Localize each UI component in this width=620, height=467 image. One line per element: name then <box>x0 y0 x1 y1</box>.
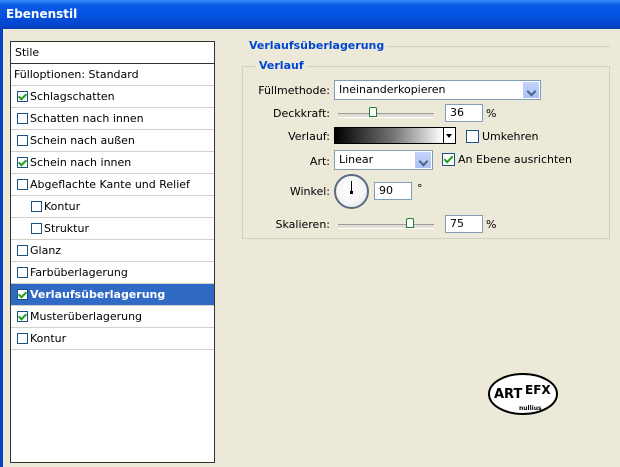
reverse-checkbox[interactable] <box>466 130 479 143</box>
style-item-label: Fülloptionen: Standard <box>14 68 139 81</box>
style-item[interactable]: Fülloptionen: Standard <box>11 64 214 86</box>
scale-input[interactable]: 75 <box>445 215 483 233</box>
gradient-dropdown-icon[interactable] <box>444 127 456 144</box>
style-item[interactable]: Schein nach außen <box>11 130 214 152</box>
style-label: Art: <box>309 155 330 168</box>
style-item-checkbox[interactable] <box>17 179 28 190</box>
section-title: Verlaufsüberlagerung <box>246 39 388 52</box>
style-item-checkbox[interactable] <box>17 245 28 256</box>
window-border <box>0 29 3 467</box>
align-with-layer-label: An Ebene ausrichten <box>458 153 573 166</box>
style-select[interactable]: Linear <box>334 150 433 170</box>
style-item[interactable]: Schein nach innen <box>11 152 214 174</box>
style-item-label: Kontur <box>30 332 67 345</box>
style-item[interactable]: Farbüberlagerung <box>11 262 214 284</box>
window-title: Ebenenstil <box>6 7 78 21</box>
styles-list: Stile Fülloptionen: Standard Schlagschatt… <box>10 41 215 463</box>
scale-label: Skalieren: <box>275 218 330 231</box>
style-item-label: Struktur <box>44 222 89 235</box>
reverse-label: Umkehren <box>482 130 539 143</box>
group-title: Verlauf <box>256 59 307 72</box>
chevron-down-icon[interactable] <box>523 82 539 98</box>
style-item[interactable]: Schlagschatten <box>11 86 214 108</box>
style-item-label: Glanz <box>30 244 62 257</box>
scale-unit: % <box>486 218 497 231</box>
style-item-checkbox[interactable] <box>17 289 28 300</box>
style-item[interactable]: Glanz <box>11 240 214 262</box>
style-item-checkbox[interactable] <box>17 157 28 168</box>
style-item-checkbox[interactable] <box>17 333 28 344</box>
style-item-label: Kontur <box>44 200 81 213</box>
style-item-checkbox[interactable] <box>17 311 28 322</box>
opacity-label: Deckkraft: <box>273 107 330 120</box>
logo-text-efx: EFX <box>525 383 551 397</box>
style-item-label: Schlagschatten <box>30 90 115 103</box>
style-item-checkbox[interactable] <box>31 223 42 234</box>
style-item-checkbox[interactable] <box>17 91 28 102</box>
style-item-label: Schatten nach innen <box>30 112 144 125</box>
opacity-slider-thumb[interactable] <box>368 107 377 117</box>
blend-mode-select[interactable]: Ineinanderkopieren <box>334 80 541 100</box>
angle-unit: ° <box>417 182 423 195</box>
angle-dial-center <box>350 191 353 194</box>
style-value: Linear <box>339 153 374 166</box>
style-item-label: Schein nach innen <box>30 156 132 169</box>
style-item-checkbox[interactable] <box>31 201 42 212</box>
chevron-down-icon[interactable] <box>415 152 431 168</box>
style-item-label: Farbüberlagerung <box>30 266 128 279</box>
opacity-input[interactable]: 36 <box>445 104 483 122</box>
style-item[interactable]: Verlaufsüberlagerung <box>11 284 214 306</box>
logo-text-nullius: nullius <box>519 405 542 412</box>
style-item[interactable]: Kontur <box>11 328 214 350</box>
style-item[interactable]: Musterüberlagerung <box>11 306 214 328</box>
style-item-checkbox[interactable] <box>17 267 28 278</box>
blend-mode-value: Ineinanderkopieren <box>339 83 446 96</box>
artefx-logo: ART EFX nullius <box>488 373 558 415</box>
scale-slider-thumb[interactable] <box>406 218 414 228</box>
style-item[interactable]: Kontur <box>11 196 214 218</box>
gradient-label: Verlauf: <box>288 130 330 143</box>
style-item[interactable]: Struktur <box>11 218 214 240</box>
style-item-checkbox[interactable] <box>17 113 28 124</box>
opacity-slider-track[interactable] <box>338 113 434 118</box>
styles-header-label: Stile <box>15 46 40 59</box>
angle-dial[interactable] <box>334 174 369 209</box>
style-item-checkbox[interactable] <box>17 135 28 146</box>
angle-label: Winkel: <box>289 185 330 198</box>
logo-text-art: ART <box>494 387 522 402</box>
align-with-layer-checkbox[interactable] <box>442 153 455 166</box>
angle-input[interactable]: 90 <box>374 182 412 200</box>
style-item[interactable]: Abgeflachte Kante und Relief <box>11 174 214 196</box>
opacity-unit: % <box>486 107 497 120</box>
style-item-label: Abgeflachte Kante und Relief <box>30 178 190 191</box>
style-item-label: Schein nach außen <box>30 134 135 147</box>
style-item-label: Musterüberlagerung <box>30 310 143 323</box>
style-item[interactable]: Schatten nach innen <box>11 108 214 130</box>
blend-mode-label: Füllmethode: <box>258 84 330 97</box>
scale-slider-track[interactable] <box>338 224 434 229</box>
window-titlebar[interactable]: Ebenenstil <box>0 0 620 29</box>
style-item-label: Verlaufsüberlagerung <box>30 288 166 301</box>
styles-header[interactable]: Stile <box>11 42 214 64</box>
gradient-preview[interactable] <box>334 127 444 144</box>
